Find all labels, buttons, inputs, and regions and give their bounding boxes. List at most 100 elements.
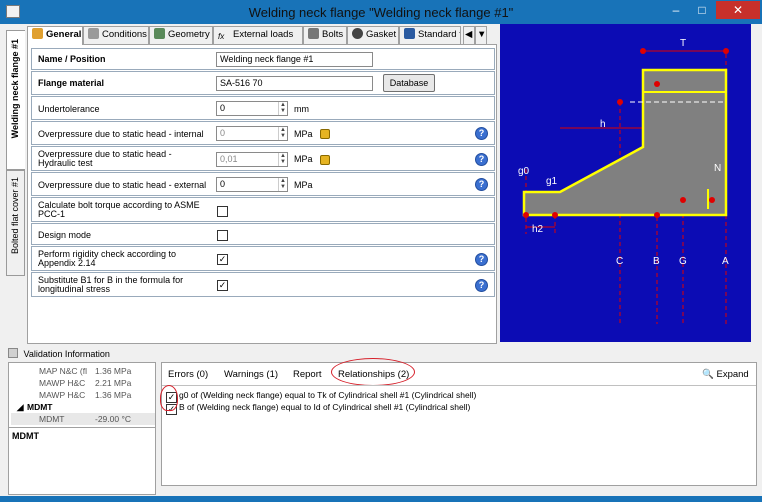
description-title: MDMT (12, 431, 39, 441)
tab-gasket[interactable]: Gasket (347, 26, 399, 44)
row-design-mode: Design mode (31, 223, 495, 245)
spin-arrows[interactable]: ▲ ▼ (278, 178, 287, 191)
marker (523, 212, 529, 218)
relationship-row[interactable]: ✓ B of (Welding neck flange) equal to Id … (166, 402, 470, 415)
tab-label: General (46, 29, 82, 40)
substitute-checkbox[interactable]: ✓ (217, 280, 228, 291)
side-tab-welding-neck-flange[interactable]: Welding neck flange #1 (6, 30, 25, 170)
design-mode-label: Design mode (38, 230, 92, 240)
op-internal-label: Overpressure due to static head - intern… (38, 129, 204, 139)
help-icon[interactable]: ? (475, 279, 488, 292)
lock-icon[interactable] (320, 155, 330, 165)
side-tab-bolted-flat-cover[interactable]: Bolted flat cover #1 (6, 170, 25, 276)
prop-row[interactable]: MAP N&C (fl 1.36 MPa (11, 365, 155, 377)
label-g0: g0 (518, 166, 530, 177)
undertolerance-input[interactable]: 0 ▲ ▼ (216, 101, 288, 116)
book-icon (404, 28, 415, 39)
rigidity-checkbox[interactable]: ✓ (217, 254, 228, 265)
prop-key: MAWP H&C (39, 378, 86, 388)
tab-label: Gasket (366, 29, 397, 40)
geometry-icon (154, 28, 165, 39)
tab-warnings[interactable]: Warnings (1) (224, 369, 278, 380)
rigidity-label: Perform rigidity check according to Appe… (38, 249, 177, 268)
gasket-icon (352, 28, 363, 39)
spin-arrows[interactable]: ▲ ▼ (278, 153, 287, 166)
tab-label: Conditions (102, 29, 147, 40)
side-tab-label: Bolted flat cover #1 (10, 177, 20, 255)
unit-label: MPa (294, 129, 313, 139)
close-button[interactable]: ✕ (716, 1, 760, 19)
label-g1: g1 (546, 176, 558, 187)
collapse-icon: ◢ (17, 402, 24, 412)
bolt-torque-checkbox[interactable] (217, 206, 228, 217)
op-hydro-input[interactable]: 0,01 ▲ ▼ (216, 152, 288, 167)
op-internal-input[interactable]: 0 ▲ ▼ (216, 126, 288, 141)
tab-errors[interactable]: Errors (0) (168, 369, 208, 380)
expand-button[interactable]: 🔍 Expand (702, 369, 749, 380)
unit-label: MPa (294, 154, 313, 164)
prop-group[interactable]: ◢ MDMT (11, 401, 155, 413)
tab-menu-dropdown[interactable]: ▼ (475, 26, 487, 44)
prop-value: 1.36 MPa (95, 390, 132, 400)
value: 0,01 (220, 154, 238, 164)
material-input[interactable]: SA-516 70 (216, 76, 373, 91)
marker (552, 212, 558, 218)
maximize-button[interactable]: □ (689, 1, 715, 19)
design-mode-checkbox[interactable] (217, 230, 228, 241)
row-undertolerance: Undertolerance 0 ▲ ▼ mm (31, 96, 495, 120)
prop-key: MDMT (39, 414, 65, 424)
tab-report[interactable]: Report (293, 369, 322, 380)
database-button[interactable]: Database (383, 74, 435, 92)
tab-strip: General Conditions Geometry fx External l… (27, 26, 497, 45)
validation-panel: Validation Information MAP N&C (fl 1.36 M… (0, 344, 762, 496)
marker (654, 212, 660, 218)
label-n: N (714, 163, 721, 174)
side-tab-label: Welding neck flange #1 (10, 39, 20, 139)
tab-label: Bolts (322, 29, 344, 40)
label-t: T (680, 38, 686, 49)
label-c: C (616, 256, 623, 267)
tab-label: Geometry (168, 29, 210, 40)
prop-row[interactable]: MDMT -29.00 °C (11, 413, 155, 425)
row-overpressure-hydro: Overpressure due to static head - Hydrau… (31, 146, 495, 171)
prop-row[interactable]: MAWP H&C 2.21 MPa (11, 377, 155, 389)
help-icon[interactable]: ? (475, 253, 488, 266)
help-icon[interactable]: ? (475, 127, 488, 140)
expand-label: Expand (716, 369, 749, 380)
marker (654, 81, 660, 87)
lock-icon[interactable] (320, 129, 330, 139)
tab-scroll-left[interactable]: ◀ (463, 26, 475, 44)
spin-arrows[interactable]: ▲ ▼ (278, 102, 287, 115)
flange-drawing: T h g0 g1 N h2 C B G A (518, 38, 729, 324)
tab-standard[interactable]: Standard f (399, 26, 461, 44)
label-a: A (722, 256, 729, 267)
op-external-input[interactable]: 0 ▲ ▼ (216, 177, 288, 192)
marker (709, 197, 715, 203)
tab-external-loads[interactable]: fx External loads (213, 26, 303, 44)
marker (680, 197, 686, 203)
row-name-position: Name / Position Welding neck flange #1 (31, 48, 495, 70)
help-icon[interactable]: ? (475, 178, 488, 191)
title-bar: Welding neck flange "Welding neck flange… (0, 0, 762, 24)
value: 0 (220, 103, 226, 113)
tab-conditions[interactable]: Conditions (83, 26, 149, 44)
material-label: Flange material (38, 78, 105, 88)
name-input[interactable]: Welding neck flange #1 (216, 52, 373, 67)
unit-label: mm (294, 104, 309, 114)
divider (9, 427, 155, 428)
spin-arrows[interactable]: ▲ ▼ (278, 127, 287, 140)
prop-row[interactable]: MAWP H&C 1.36 MPa (11, 389, 155, 401)
validation-header: Validation Information (8, 348, 110, 359)
minimize-button[interactable]: – (663, 1, 689, 19)
tab-bolts[interactable]: Bolts (303, 26, 347, 44)
general-panel: Name / Position Welding neck flange #1 F… (27, 44, 497, 344)
help-icon[interactable]: ? (475, 153, 488, 166)
window-client: Welding neck flange #1 Bolted flat cover… (0, 24, 762, 496)
tab-geometry[interactable]: Geometry (149, 26, 213, 44)
label-b: B (653, 256, 660, 267)
row-rigidity-check: Perform rigidity check according to Appe… (31, 246, 495, 271)
relationship-text: g0 of (Welding neck flange) equal to Tk … (179, 390, 477, 400)
tab-general[interactable]: General (27, 26, 83, 45)
prop-key: MAWP H&C (39, 390, 86, 400)
prop-group-label: MDMT (27, 402, 53, 412)
